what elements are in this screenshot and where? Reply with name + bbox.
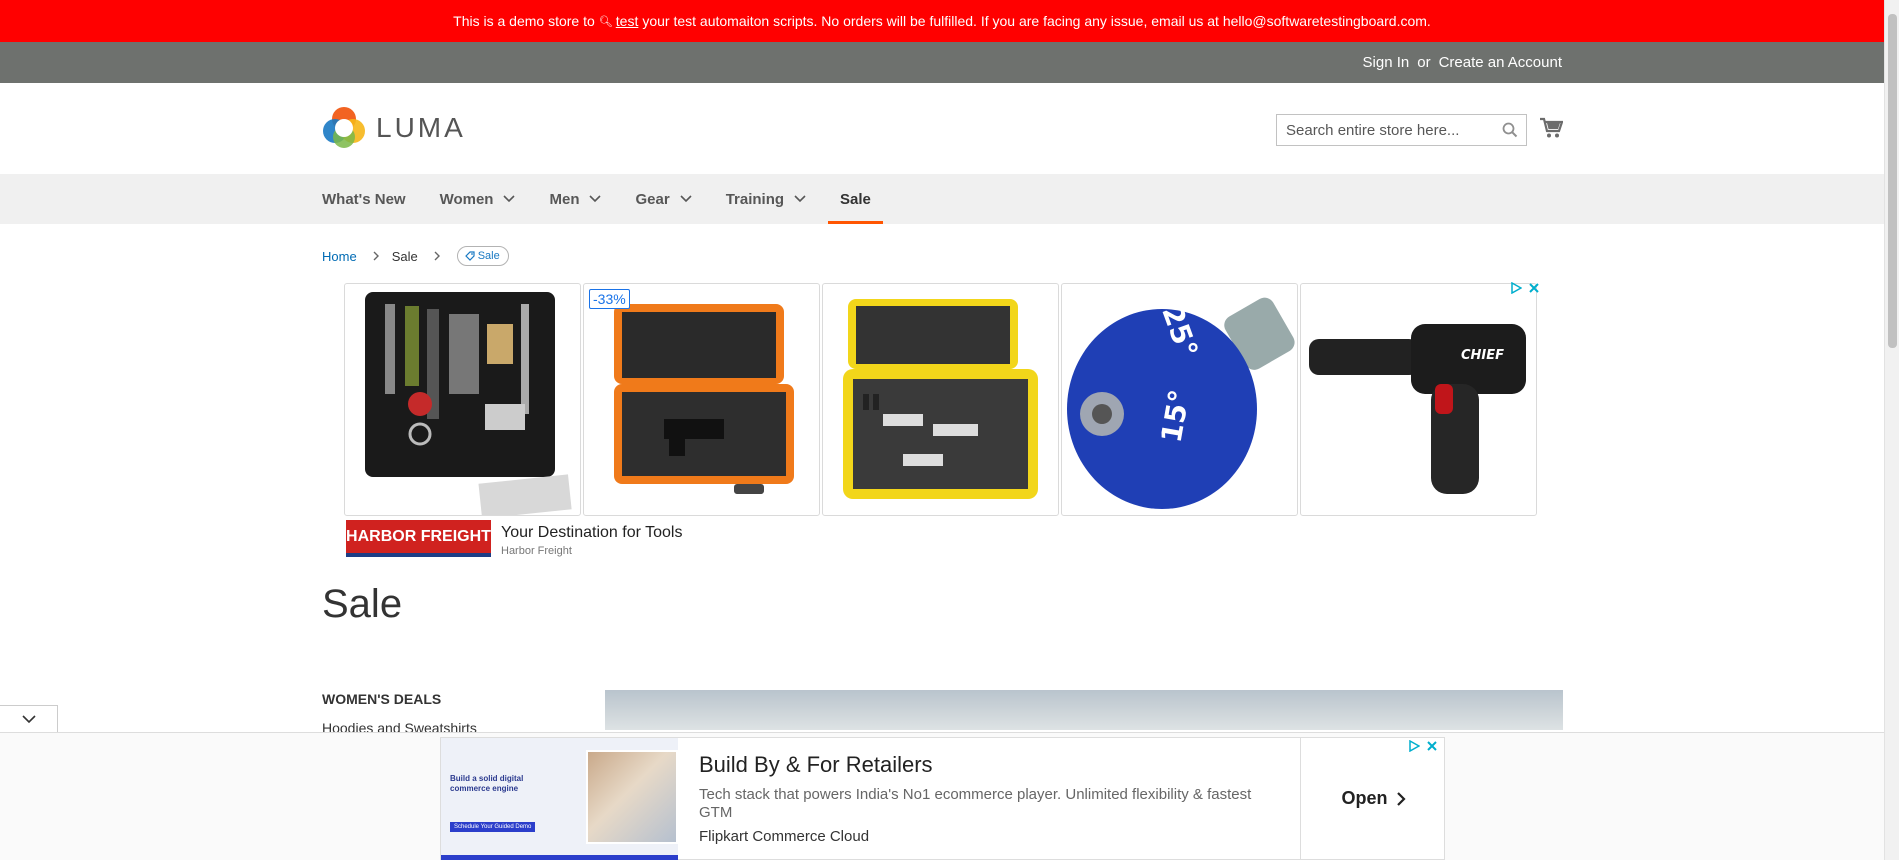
breadcrumb: Home Sale Sale bbox=[322, 246, 509, 266]
page-scrollbar[interactable] bbox=[1884, 0, 1899, 860]
main-navigation: What's New Women Men Gear Training Sale bbox=[0, 174, 1884, 224]
panel-header: Sign In or Create an Account bbox=[0, 42, 1884, 83]
nav-label: What's New bbox=[322, 190, 406, 208]
ad-thumbnail-button: Schedule Your Guided Demo bbox=[450, 822, 536, 832]
display-ad-top[interactable]: -33% 25° 15° CHIEF HARBOR FREIGHT Your D… bbox=[344, 282, 1540, 559]
ad-thumbnail[interactable]: Build a solid digital commerce engine Sc… bbox=[441, 738, 678, 860]
ad-open-button[interactable]: Open bbox=[1300, 738, 1446, 859]
chief-brand-text: CHIEF bbox=[1461, 348, 1504, 363]
sale-tag-pill[interactable]: Sale bbox=[456, 246, 509, 266]
adchoices-icon[interactable] bbox=[1408, 740, 1420, 752]
chevron-right-icon bbox=[1396, 791, 1406, 806]
ad-thumbnail-heading: Build a solid digital commerce engine bbox=[450, 774, 524, 793]
scrollbar-thumb[interactable] bbox=[1888, 14, 1897, 348]
ad-advertiser: Harbor Freight bbox=[501, 545, 572, 557]
ad-headline[interactable]: Your Destination for Tools bbox=[501, 524, 682, 542]
womens-deals-heading: WOMEN'S DEALS bbox=[322, 691, 442, 707]
nav-label: Women bbox=[439, 190, 494, 208]
luma-logo[interactable]: LUMA bbox=[322, 106, 466, 150]
chevron-down-icon bbox=[21, 715, 36, 724]
harbor-freight-logo: HARBOR FREIGHT bbox=[346, 520, 491, 557]
search-icon[interactable] bbox=[1502, 122, 1518, 138]
ad-description: Tech stack that powers India's No1 ecomm… bbox=[699, 786, 1252, 821]
orange-case-image bbox=[614, 304, 794, 494]
ad-thumbnail-bar bbox=[441, 855, 678, 860]
nav-item-gear[interactable]: Gear bbox=[635, 174, 725, 224]
page-title: Sale bbox=[322, 582, 403, 626]
nav-label: Gear bbox=[635, 190, 670, 208]
nav-item-women[interactable]: Women bbox=[440, 174, 550, 224]
search-input[interactable] bbox=[1286, 121, 1486, 139]
ad-footer[interactable]: HARBOR FREIGHT Your Destination for Tool… bbox=[346, 520, 946, 558]
demo-notice-text-before: This is a demo store to bbox=[453, 13, 595, 29]
ad-product-tile[interactable]: -33% bbox=[583, 283, 820, 516]
nav-item-men[interactable]: Men bbox=[549, 174, 635, 224]
bottom-anchor-ad[interactable]: Build a solid digital commerce engine Sc… bbox=[440, 737, 1445, 860]
demo-notice-text-after: your test automaiton scripts. No orders … bbox=[642, 13, 1431, 29]
ad-choices[interactable] bbox=[1408, 740, 1438, 752]
create-account-link[interactable]: Create an Account bbox=[1439, 54, 1562, 71]
search-icon: 🔍︎ bbox=[598, 15, 613, 28]
ad-headline[interactable]: Build By & For Retailers bbox=[699, 752, 933, 778]
nav-item-sale[interactable]: Sale bbox=[828, 174, 883, 224]
ad-product-tile[interactable]: CHIEF bbox=[1300, 283, 1537, 516]
chevron-down-icon bbox=[794, 195, 806, 203]
collapse-ad-button[interactable] bbox=[0, 705, 58, 733]
survival-kit-image bbox=[365, 292, 572, 515]
logo-text: LUMA bbox=[376, 112, 466, 143]
ad-open-label: Open bbox=[1341, 788, 1388, 808]
breadcrumb-current: Sale bbox=[391, 248, 418, 264]
close-ad-icon[interactable] bbox=[1426, 740, 1438, 752]
sale-hero-image[interactable] bbox=[605, 690, 1563, 730]
demo-notice-link[interactable]: test bbox=[616, 13, 639, 29]
close-ad-icon[interactable] bbox=[1528, 282, 1540, 294]
chevron-down-icon bbox=[503, 195, 516, 203]
adchoices-icon[interactable] bbox=[1510, 282, 1522, 294]
ad-advertiser: Flipkart Commerce Cloud bbox=[699, 828, 870, 845]
tag-icon bbox=[464, 251, 475, 261]
nav-label: Training bbox=[725, 190, 785, 208]
nav-item-training[interactable]: Training bbox=[726, 174, 840, 224]
sign-in-link[interactable]: Sign In bbox=[1363, 54, 1410, 71]
ad-choices[interactable] bbox=[1510, 282, 1540, 294]
account-links: Sign In or Create an Account bbox=[1363, 42, 1562, 83]
luma-logo-icon bbox=[323, 107, 365, 148]
nav-item-whats-new[interactable]: What's New bbox=[322, 174, 440, 224]
breadcrumb-home-link[interactable]: Home bbox=[322, 249, 357, 264]
discount-badge: -33% bbox=[589, 289, 630, 309]
demo-notice-banner: This is a demo store to 🔍︎ test your tes… bbox=[0, 0, 1884, 42]
or-separator: or bbox=[1417, 54, 1431, 71]
nav-label: Sale bbox=[840, 190, 871, 208]
ad-product-tile[interactable] bbox=[822, 283, 1059, 516]
site-header: LUMA bbox=[0, 83, 1884, 174]
yellow-case-image bbox=[843, 299, 1038, 499]
chevron-down-icon bbox=[589, 195, 602, 203]
cart-icon[interactable] bbox=[1539, 117, 1563, 139]
ad-product-tile[interactable] bbox=[344, 283, 581, 516]
chevron-right-icon bbox=[434, 251, 440, 261]
ad-product-tile[interactable]: 25° 15° bbox=[1061, 283, 1298, 516]
chevron-down-icon bbox=[680, 195, 692, 203]
ad-thumbnail-photo bbox=[586, 750, 678, 844]
air-hammer-image: CHIEF bbox=[1309, 324, 1526, 494]
nav-label: Men bbox=[549, 190, 580, 208]
search-field[interactable] bbox=[1276, 114, 1527, 146]
chevron-right-icon bbox=[373, 251, 379, 261]
sale-tag-label: Sale bbox=[477, 250, 500, 262]
torque-driver-image: 25° 15° bbox=[1067, 297, 1295, 509]
